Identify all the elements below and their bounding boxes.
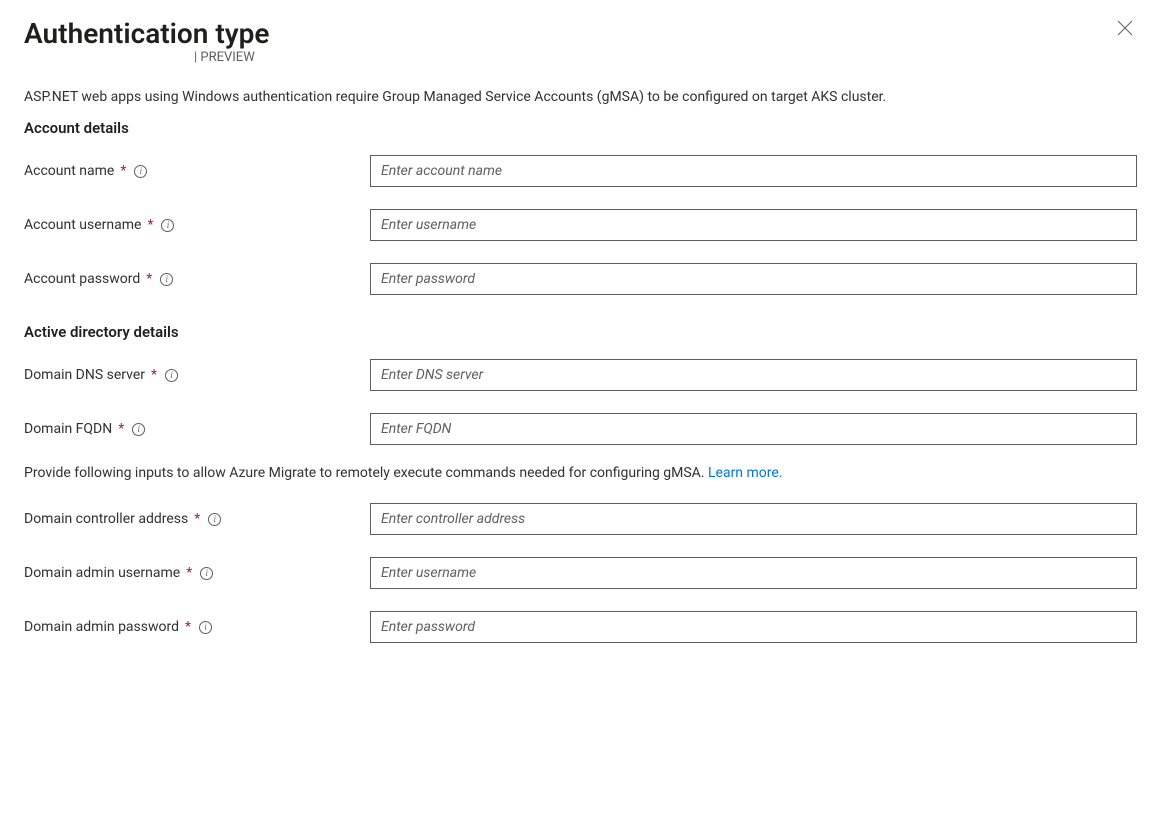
learn-more-link[interactable]: Learn more. [708, 465, 783, 481]
required-indicator: * [147, 217, 153, 233]
required-indicator: * [120, 163, 126, 179]
info-icon[interactable]: i [199, 621, 212, 634]
account-name-row: Account name * i [24, 155, 1137, 187]
account-name-input[interactable] [370, 155, 1137, 187]
info-icon[interactable]: i [208, 513, 221, 526]
admin-password-label-wrap: Domain admin password * i [24, 619, 370, 635]
admin-password-input[interactable] [370, 611, 1137, 643]
required-indicator: * [185, 619, 191, 635]
required-indicator: * [146, 271, 152, 287]
admin-username-label: Domain admin username [24, 565, 180, 581]
account-username-row: Account username * i [24, 209, 1137, 241]
controller-label-wrap: Domain controller address * i [24, 511, 370, 527]
admin-username-input[interactable] [370, 557, 1137, 589]
controller-row: Domain controller address * i [24, 503, 1137, 535]
required-indicator: * [118, 421, 124, 437]
info-icon[interactable]: i [132, 423, 145, 436]
account-username-label: Account username [24, 217, 141, 233]
admin-password-label: Domain admin password [24, 619, 179, 635]
info-icon[interactable]: i [160, 273, 173, 286]
fqdn-row: Domain FQDN * i [24, 413, 1137, 445]
close-icon [1117, 20, 1133, 36]
account-password-input[interactable] [370, 263, 1137, 295]
fqdn-label: Domain FQDN [24, 421, 112, 437]
dns-server-label: Domain DNS server [24, 367, 145, 383]
required-indicator: * [194, 511, 200, 527]
required-indicator: * [186, 565, 192, 581]
account-name-label: Account name [24, 163, 114, 179]
account-username-label-wrap: Account username * i [24, 217, 370, 233]
helper-text: Provide following inputs to allow Azure … [24, 465, 1137, 481]
account-name-label-wrap: Account name * i [24, 163, 370, 179]
account-password-row: Account password * i [24, 263, 1137, 295]
info-icon[interactable]: i [200, 567, 213, 580]
fqdn-label-wrap: Domain FQDN * i [24, 421, 370, 437]
ad-section-title: Active directory details [24, 323, 1137, 341]
page-header: Authentication type | PREVIEW [24, 16, 1137, 65]
admin-password-row: Domain admin password * i [24, 611, 1137, 643]
dns-server-row: Domain DNS server * i [24, 359, 1137, 391]
info-icon[interactable]: i [134, 165, 147, 178]
account-username-input[interactable] [370, 209, 1137, 241]
close-button[interactable] [1113, 16, 1137, 40]
required-indicator: * [151, 367, 157, 383]
account-password-label: Account password [24, 271, 140, 287]
account-section-title: Account details [24, 119, 1137, 137]
dns-server-label-wrap: Domain DNS server * i [24, 367, 370, 383]
admin-username-row: Domain admin username * i [24, 557, 1137, 589]
account-password-label-wrap: Account password * i [24, 271, 370, 287]
dns-server-input[interactable] [370, 359, 1137, 391]
controller-label: Domain controller address [24, 511, 188, 527]
preview-badge: | PREVIEW [24, 50, 269, 65]
info-icon[interactable]: i [161, 219, 174, 232]
fqdn-input[interactable] [370, 413, 1137, 445]
admin-username-label-wrap: Domain admin username * i [24, 565, 370, 581]
intro-text: ASP.NET web apps using Windows authentic… [24, 89, 1137, 105]
header-left: Authentication type | PREVIEW [24, 16, 269, 65]
controller-input[interactable] [370, 503, 1137, 535]
info-icon[interactable]: i [165, 369, 178, 382]
helper-text-content: Provide following inputs to allow Azure … [24, 465, 708, 481]
page-title: Authentication type [24, 16, 269, 52]
